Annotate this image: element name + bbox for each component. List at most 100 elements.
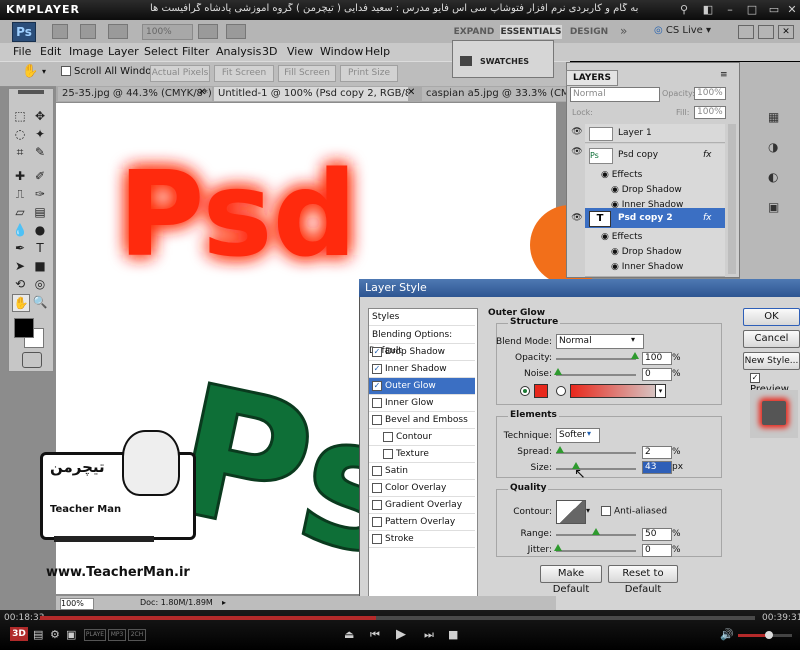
noise-slider[interactable] (556, 374, 636, 376)
technique-select[interactable]: Softer (556, 428, 600, 443)
3d-rotate-icon[interactable]: ⟲ (12, 276, 28, 292)
style-item-pattern-overlay[interactable]: Pattern Overlay (369, 514, 475, 531)
fullscreen-icon[interactable]: ▭ (766, 2, 782, 17)
gradient-tool-icon[interactable]: ▤ (32, 204, 48, 220)
actual-pixels-button[interactable]: Actual Pixels (150, 65, 210, 82)
brush-tool-icon[interactable]: ✐ (32, 168, 48, 184)
lasso-tool-icon[interactable]: ◌ (12, 126, 28, 142)
cs-live-button[interactable]: ◎ CS Live ▾ (654, 25, 711, 36)
anti-aliased-option[interactable]: Anti-aliased (598, 506, 667, 517)
layer-fill-field[interactable]: 100% (694, 106, 726, 119)
marquee-tool-icon[interactable]: ⬚ (12, 108, 28, 124)
range-slider-knob[interactable] (592, 528, 600, 535)
settings-icon[interactable]: ⚙ (50, 628, 60, 641)
healing-brush-icon[interactable]: ✚ (12, 168, 28, 184)
style-item-gradient-overlay[interactable]: Gradient Overlay (369, 497, 475, 514)
status-zoom[interactable]: 100% (60, 598, 94, 610)
move-tool-icon[interactable]: ✥ (32, 108, 48, 124)
layer-row-layer1[interactable]: Layer 1 (585, 124, 725, 143)
fit-screen-button[interactable]: Fit Screen (214, 65, 274, 82)
eject-icon[interactable]: ⏏ (344, 628, 354, 641)
noise-field[interactable]: 0 (642, 368, 672, 381)
more-workspaces-icon[interactable]: » (620, 24, 627, 38)
jitter-field[interactable]: 0 (642, 544, 672, 557)
next-icon[interactable]: ⏭ (424, 628, 434, 642)
make-default-button[interactable]: Make Default (540, 565, 602, 595)
jitter-slider[interactable] (556, 550, 636, 552)
zoom-tool-icon[interactable]: 🔍 (32, 294, 48, 310)
cancel-button[interactable]: Cancel (743, 330, 800, 348)
menu-layer[interactable]: Layer (108, 45, 139, 58)
type-tool-icon[interactable]: T (32, 240, 48, 256)
previous-icon[interactable]: ⏮ (370, 628, 380, 642)
reset-default-button[interactable]: Reset to Default (608, 565, 678, 595)
quick-mask-icon[interactable] (22, 352, 42, 368)
print-size-button[interactable]: Print Size (340, 65, 398, 82)
bridge-icon[interactable] (52, 24, 68, 39)
volume-slider-knob[interactable] (765, 631, 773, 639)
style-item-outer-glow[interactable]: ✓ Outer Glow (369, 378, 475, 395)
gradient-preview[interactable] (570, 384, 656, 398)
ps-close-icon[interactable]: ✕ (778, 25, 794, 39)
menu-analysis[interactable]: Analysis (216, 45, 261, 58)
spread-slider[interactable] (556, 452, 636, 454)
layer-opacity-field[interactable]: 100% (694, 87, 726, 100)
status-arrow-icon[interactable]: ▸ (222, 598, 226, 607)
menu-view[interactable]: View (287, 45, 313, 58)
adjustments-panel-icon[interactable]: ◐ (768, 170, 778, 184)
tools-panel-grip[interactable] (18, 90, 44, 94)
volume-icon[interactable]: 🔊 (720, 628, 734, 641)
tab-25-35[interactable]: 25-35.jpg @ 44.3% (CMYK/8*) (58, 87, 212, 101)
color-panel-icon[interactable]: ◑ (768, 140, 778, 154)
size-slider[interactable] (556, 468, 636, 470)
style-checkbox[interactable] (372, 499, 382, 510)
playlist-icon[interactable]: ▤ (33, 628, 43, 641)
opacity-field[interactable]: 100 (642, 352, 672, 365)
minimize-icon[interactable]: – (722, 2, 738, 17)
ok-button[interactable]: OK (743, 308, 800, 326)
scroll-all-option[interactable]: Scroll All Windows (58, 66, 165, 77)
magic-wand-icon[interactable]: ✦ (32, 126, 48, 142)
menu-window[interactable]: Window (320, 45, 363, 58)
tab-close-icon[interactable]: ✕ (407, 87, 415, 98)
style-item-drop-shadow[interactable]: ✓ Drop Shadow (369, 344, 475, 361)
style-checkbox[interactable]: ✓ (372, 346, 382, 357)
spread-field[interactable]: 2 (642, 446, 672, 459)
minibridge-panel-icon[interactable]: ▦ (768, 110, 779, 124)
panel-menu-icon[interactable]: ≡ (720, 70, 728, 80)
tab-close-icon[interactable]: ✕ (198, 87, 206, 98)
arrange-docs-icon[interactable] (198, 24, 218, 39)
eye-icon[interactable]: 👁 (571, 147, 583, 159)
style-item-bevel-and-emboss[interactable]: Bevel and Emboss (369, 412, 475, 429)
style-item-inner-shadow[interactable]: ✓ Inner Shadow (369, 361, 475, 378)
shape-tool-icon[interactable]: ■ (32, 258, 48, 274)
screen-mode-icon[interactable] (226, 24, 246, 39)
style-item-inner-glow[interactable]: Inner Glow (369, 395, 475, 412)
hand-tool-icon[interactable]: ✋ (22, 64, 38, 79)
workspace-expand[interactable]: EXPAND (452, 25, 496, 39)
play-icon[interactable]: ▶ (396, 627, 406, 642)
size-field[interactable]: 43 (642, 461, 672, 474)
ps-restore-icon[interactable] (758, 25, 774, 39)
layer-row-psd-copy-2[interactable]: T Psd copy 2 fx (585, 208, 725, 229)
hand-tool-icon[interactable]: ✋ (12, 294, 30, 312)
style-item-contour[interactable]: Contour (369, 429, 475, 446)
tab-untitled-1[interactable]: Untitled-1 @ 100% (Psd copy 2, RGB/8) * (214, 87, 408, 101)
style-checkbox[interactable] (372, 414, 382, 425)
opacity-slider-knob[interactable] (631, 352, 639, 359)
style-item-stroke[interactable]: Stroke (369, 531, 475, 548)
spread-slider-knob[interactable] (556, 446, 564, 453)
preview-checkbox[interactable]: ✓ (750, 373, 760, 383)
gradient-dropdown-icon[interactable]: ▾ (655, 384, 666, 398)
style-item-satin[interactable]: Satin (369, 463, 475, 480)
eyedropper-icon[interactable]: ✎ (32, 144, 48, 160)
style-checkbox[interactable] (383, 431, 393, 442)
blending-options[interactable]: Blending Options: Default (369, 327, 475, 356)
capture-icon[interactable]: ▣ (66, 628, 76, 641)
close-icon[interactable]: ✕ (784, 2, 800, 17)
gradient-radio[interactable] (556, 386, 566, 396)
effect-eye-icon[interactable]: ◉ (611, 185, 622, 195)
solid-color-radio[interactable] (520, 386, 530, 396)
glow-color-swatch[interactable] (534, 384, 548, 398)
style-checkbox[interactable] (372, 397, 382, 408)
